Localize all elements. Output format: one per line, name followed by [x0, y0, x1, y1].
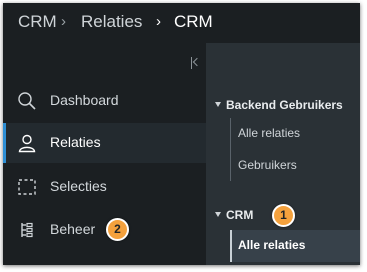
callout-badge-1: 1: [272, 204, 295, 227]
sidebar: Dashboard Relaties Selecties Beheer 2: [3, 43, 206, 265]
submenu-item-label: Alle relaties: [238, 126, 301, 140]
sidebar-item-dashboard[interactable]: Dashboard: [3, 81, 206, 121]
structure-icon: [17, 220, 37, 240]
submenu-item-alle-relaties[interactable]: Alle relaties: [230, 118, 360, 148]
app-window: CRM › Relaties › CRM Dashboard Relaties …: [3, 3, 360, 265]
submenu-item-label: Alle relaties: [238, 238, 306, 252]
submenu-panel: Backend Gebruikers Alle relaties Gebruik…: [206, 43, 360, 265]
submenu-item-crm-alle-relaties[interactable]: Alle relaties: [230, 230, 360, 262]
sidebar-item-relaties[interactable]: Relaties: [3, 123, 206, 163]
search-icon: [17, 91, 37, 111]
group-title: CRM: [226, 208, 254, 222]
sidebar-item-selecties[interactable]: Selecties: [3, 167, 206, 207]
breadcrumb-current: CRM: [174, 12, 213, 31]
group-title: Backend Gebruikers: [226, 98, 343, 112]
caret-down-icon: [215, 102, 221, 107]
sidebar-item-beheer[interactable]: Beheer: [3, 210, 206, 250]
group-backend-gebruikers[interactable]: Backend Gebruikers: [206, 92, 360, 118]
caret-down-icon: [215, 212, 221, 217]
breadcrumb-item-relaties[interactable]: Relaties: [81, 12, 142, 32]
sidebar-item-label: Dashboard: [50, 92, 119, 108]
sidebar-item-label: Relaties: [50, 134, 101, 150]
collapse-sidebar-icon[interactable]: [191, 57, 202, 69]
submenu-item-label: Gebruikers: [238, 158, 297, 172]
selection-icon: [17, 177, 37, 197]
breadcrumb-separator-icon: ›: [61, 13, 66, 30]
top-bar: CRM › Relaties › CRM: [3, 3, 360, 43]
user-icon: [17, 133, 37, 153]
breadcrumb-item-crm[interactable]: CRM: [18, 12, 57, 32]
sidebar-item-label: Selecties: [50, 178, 107, 194]
sidebar-item-label: Beheer: [50, 221, 96, 237]
submenu-item-gebruikers[interactable]: Gebruikers: [230, 150, 360, 180]
callout-badge-2: 2: [106, 218, 129, 241]
breadcrumb-separator-icon: ›: [156, 13, 161, 30]
